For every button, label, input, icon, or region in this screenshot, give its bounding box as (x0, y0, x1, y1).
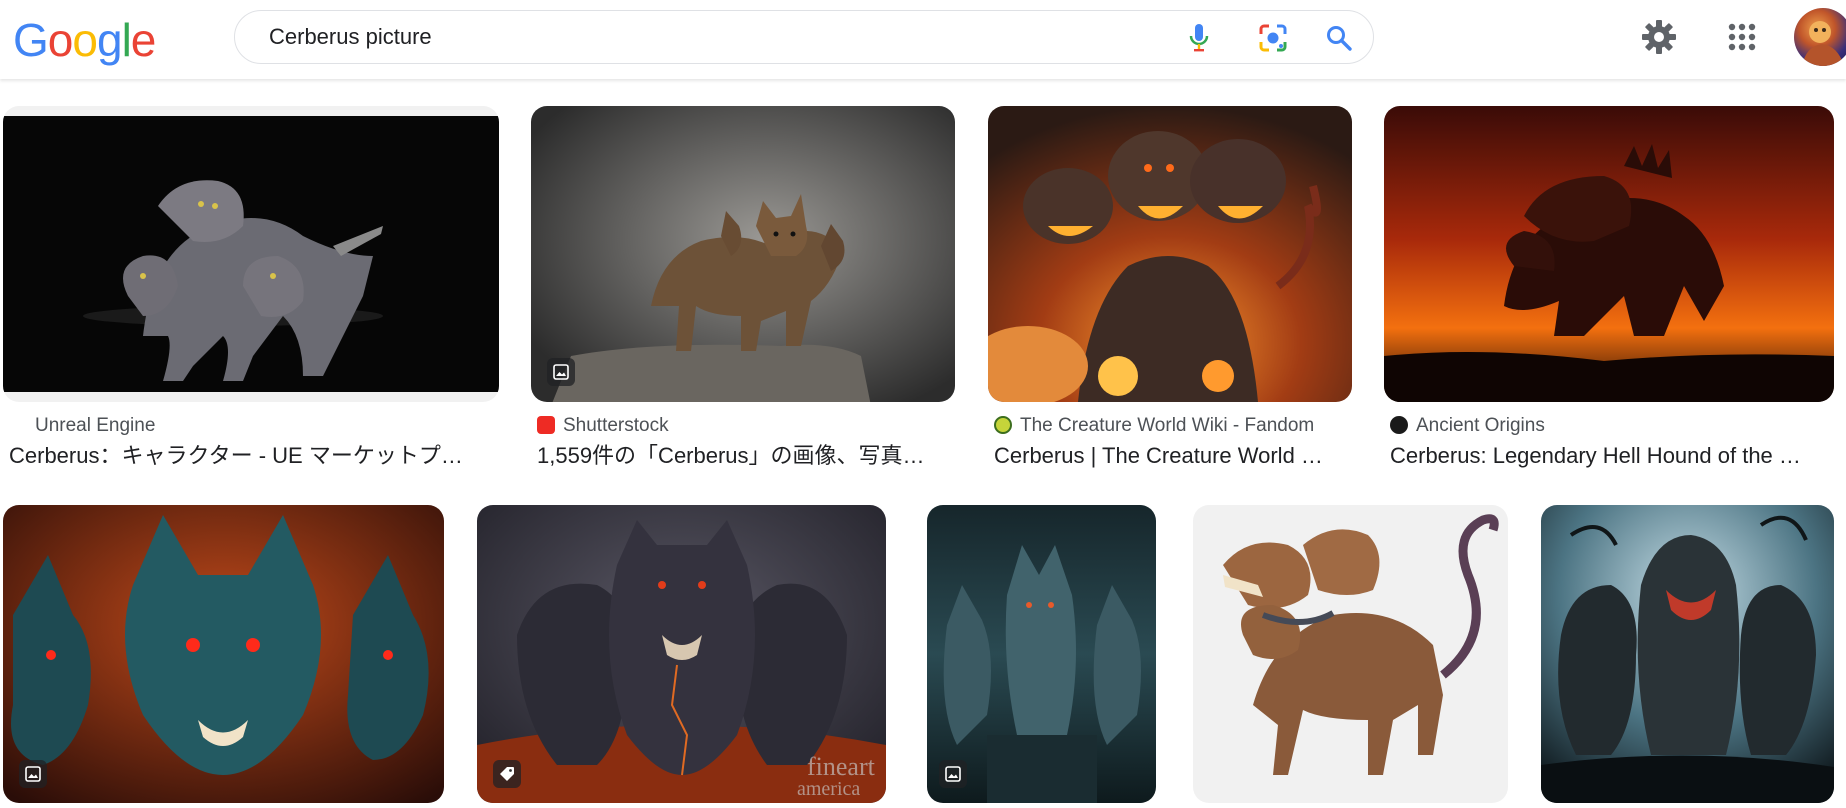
result-card[interactable]: fineart america (477, 505, 886, 803)
result-source: Unreal Engine (35, 414, 155, 438)
result-card[interactable] (927, 505, 1156, 803)
logo-letter-l: l (121, 14, 132, 66)
shutterstock-favicon-icon (537, 416, 555, 434)
source-name: The Creature World Wiki - Fandom (1020, 415, 1315, 436)
top-header: Google (0, 0, 1846, 79)
result-title[interactable]: Cerberus | The Creature World … (994, 441, 1346, 471)
image-icon (939, 760, 967, 788)
result-thumbnail[interactable] (1384, 106, 1834, 402)
microphone-icon[interactable] (1183, 22, 1215, 54)
result-card[interactable]: Unreal Engine Cerberus：キャラクター - UE マーケット… (3, 106, 499, 476)
result-title[interactable]: Cerberus：キャラクター - UE マーケットプ… (9, 441, 489, 471)
result-source: Shutterstock (537, 414, 669, 438)
logo-letter-g2: g (96, 14, 123, 66)
result-thumbnail[interactable] (531, 106, 955, 402)
avatar[interactable] (1794, 8, 1846, 66)
source-name: Unreal Engine (35, 415, 156, 436)
result-thumbnail[interactable] (1541, 505, 1834, 803)
source-name: Ancient Origins (1416, 415, 1545, 436)
result-thumbnail[interactable]: fineart america (477, 505, 886, 803)
search-icon[interactable] (1323, 22, 1355, 54)
search-box[interactable] (234, 10, 1374, 64)
apps-grid-icon[interactable] (1719, 14, 1765, 60)
image-icon (547, 358, 575, 386)
result-source: The Creature World Wiki - Fandom (994, 414, 1314, 438)
lens-icon[interactable] (1257, 22, 1289, 54)
gear-icon[interactable] (1636, 14, 1682, 60)
svg-text:fineart: fineart (807, 752, 876, 781)
search-input[interactable] (269, 11, 1149, 63)
svg-text:america: america (797, 778, 860, 800)
result-thumbnail[interactable] (1193, 505, 1508, 803)
result-thumbnail[interactable] (927, 505, 1156, 803)
result-card[interactable]: Shutterstock 1,559件の「Cerberus」の画像、写真… (531, 106, 955, 476)
source-name: Shutterstock (563, 415, 669, 436)
logo-letter-g: G (13, 14, 49, 66)
logo-letter-o1: o (47, 14, 74, 66)
result-title[interactable]: 1,559件の「Cerberus」の画像、写真… (537, 441, 951, 471)
google-logo[interactable]: Google (13, 10, 157, 70)
result-card[interactable] (1193, 505, 1508, 803)
result-card[interactable]: Ancient Origins Cerberus: Legendary Hell… (1384, 106, 1834, 476)
logo-letter-o2: o (72, 14, 98, 66)
ancient-origins-favicon-icon (1390, 416, 1408, 434)
result-card[interactable] (1541, 505, 1834, 803)
tag-icon (493, 760, 521, 788)
image-icon (19, 760, 47, 788)
result-thumbnail[interactable] (988, 106, 1352, 402)
result-thumbnail[interactable] (3, 106, 499, 402)
result-thumbnail[interactable] (3, 505, 444, 803)
logo-letter-e: e (130, 14, 157, 66)
fandom-favicon-icon (994, 416, 1012, 434)
result-title[interactable]: Cerberus: Legendary Hell Hound of the … (1390, 441, 1830, 471)
result-source: Ancient Origins (1390, 414, 1545, 438)
result-card[interactable]: The Creature World Wiki - Fandom Cerberu… (988, 106, 1352, 476)
result-card[interactable] (3, 505, 444, 803)
